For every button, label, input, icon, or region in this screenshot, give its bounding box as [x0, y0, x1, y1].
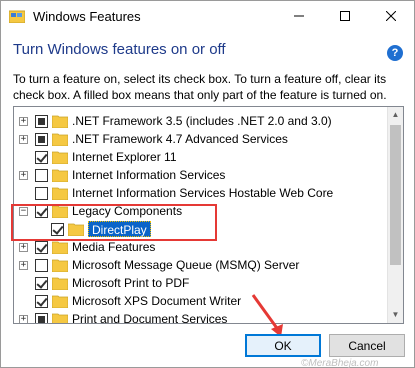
expand-icon[interactable]: + — [19, 243, 28, 252]
ok-button[interactable]: OK — [245, 334, 321, 357]
folder-icon — [52, 115, 68, 128]
feature-checkbox[interactable] — [35, 277, 48, 290]
expand-icon[interactable]: + — [19, 315, 28, 323]
folder-icon — [52, 169, 68, 182]
minimize-button[interactable] — [276, 1, 322, 31]
feature-label: .NET Framework 4.7 Advanced Services — [72, 132, 288, 146]
legacy-components-highlight — [11, 204, 217, 241]
expand-icon[interactable]: + — [19, 117, 28, 126]
feature-checkbox[interactable] — [35, 151, 48, 164]
title-bar: Windows Features — [1, 1, 414, 31]
feature-checkbox[interactable] — [35, 295, 48, 308]
folder-icon — [52, 277, 68, 290]
feature-label: Microsoft Print to PDF — [72, 276, 190, 290]
minimize-icon — [294, 15, 304, 17]
scroll-down-arrow-icon[interactable]: ▼ — [388, 307, 403, 323]
feature-label: Internet Information Services Hostable W… — [72, 186, 334, 200]
folder-icon — [52, 241, 68, 254]
feature-label: Microsoft XPS Document Writer — [72, 294, 242, 308]
dialog-description: To turn a feature on, select its check b… — [13, 72, 387, 102]
feature-checkbox[interactable] — [35, 115, 48, 128]
windows-features-dialog: Windows Features Turn Windows features o… — [0, 0, 415, 368]
close-button[interactable] — [368, 1, 414, 31]
feature-checkbox[interactable] — [35, 313, 48, 323]
expand-icon[interactable]: + — [19, 261, 28, 270]
feature-checkbox[interactable] — [35, 187, 48, 200]
scroll-up-arrow-icon[interactable]: ▲ — [388, 107, 403, 123]
feature-label: Microsoft Message Queue (MSMQ) Server — [72, 258, 300, 272]
feature-checkbox[interactable] — [35, 259, 48, 272]
feature-label: Print and Document Services — [72, 312, 228, 324]
feature-row[interactable]: + Print and Document Services — [14, 309, 389, 324]
maximize-button[interactable] — [322, 1, 368, 31]
window-title: Windows Features — [33, 9, 141, 24]
help-icon[interactable]: ? — [387, 45, 403, 61]
feature-checkbox[interactable] — [35, 133, 48, 146]
maximize-icon — [340, 11, 350, 21]
folder-icon — [52, 295, 68, 308]
watermark: ©MeraBheja.com — [301, 358, 379, 368]
folder-icon — [52, 313, 68, 323]
windows-features-app-icon — [9, 10, 25, 23]
folder-icon — [52, 259, 68, 272]
dialog-heading: Turn Windows features on or off — [13, 41, 226, 58]
feature-label: Internet Explorer 11 — [72, 150, 177, 164]
feature-label: Internet Information Services — [72, 168, 226, 182]
feature-label: .NET Framework 3.5 (includes .NET 2.0 an… — [72, 114, 332, 128]
expand-icon[interactable]: + — [19, 171, 28, 180]
expand-icon[interactable]: + — [19, 135, 28, 144]
scroll-thumb[interactable] — [390, 125, 401, 265]
folder-icon — [52, 151, 68, 164]
vertical-scrollbar[interactable]: ▲ ▼ — [387, 107, 403, 323]
feature-checkbox[interactable] — [35, 169, 48, 182]
folder-icon — [52, 187, 68, 200]
close-icon — [386, 11, 396, 21]
feature-label: Media Features — [72, 240, 156, 254]
cancel-button[interactable]: Cancel — [329, 334, 405, 357]
feature-checkbox[interactable] — [35, 241, 48, 254]
folder-icon — [52, 133, 68, 146]
